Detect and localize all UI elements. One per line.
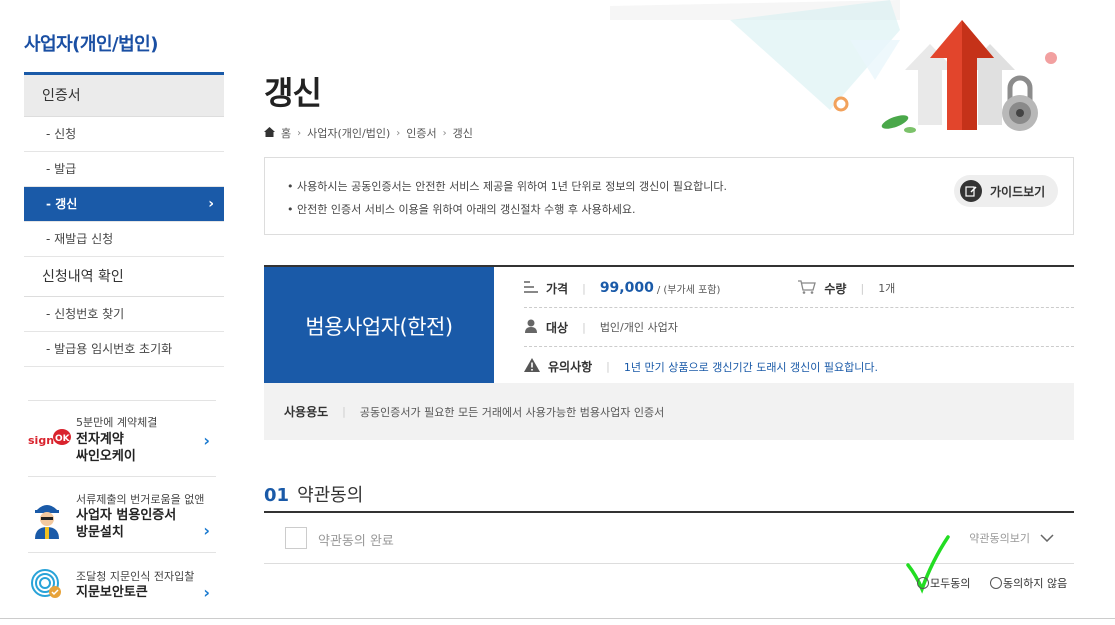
sidebar-category-history[interactable]: 신청내역 확인 [24, 257, 224, 297]
target-label: 대상 [546, 320, 569, 335]
qty-label: 수량 [824, 281, 847, 296]
promo-small-text: 조달청 지문인식 전자입찰 [76, 570, 195, 583]
chevron-right-icon: › [203, 521, 210, 540]
chevron-right-icon: › [203, 583, 210, 602]
chevron-right-icon: › [297, 127, 302, 139]
breadcrumb-cert[interactable]: 인증서 [406, 125, 436, 141]
svg-text:OK: OK [55, 434, 71, 444]
divider [0, 618, 1115, 619]
worker-icon [32, 499, 62, 543]
page-title: 갱신 [264, 74, 322, 112]
sidebar-item-apply[interactable]: - 신청 [24, 117, 224, 152]
sidebar-item-find-number[interactable]: - 신청번호 찾기 [24, 297, 224, 332]
terms-complete-checkbox[interactable] [285, 527, 307, 549]
caution-value: 1년 만기 상품으로 갱신기간 도래시 갱신이 필요합니다. [623, 360, 879, 374]
promo-small-text: 5분만에 계약체결 [76, 416, 158, 429]
promo-title: 전자계약 [76, 432, 124, 447]
warning-icon [524, 358, 540, 375]
sidebar-item-reissue[interactable]: - 재발급 신청 [24, 222, 224, 257]
sign-ok-logo-icon: sign OK [28, 427, 72, 453]
agree-all-radio[interactable]: 모두동의 [917, 575, 970, 591]
sidebar-menu: 인증서 - 신청 - 발급 - 갱신 - 재발급 신청 신청내역 확인 - 신청… [24, 72, 224, 367]
radio-icon [990, 577, 1002, 589]
product-name: 범용사업자(한전) [264, 267, 494, 385]
promo-title: 지문보안토큰 [76, 585, 148, 600]
cart-icon [798, 279, 817, 297]
promo-sign-ok[interactable]: sign OK 5분만에 계약체결 전자계약 싸인오케이 › [28, 400, 216, 476]
promo-title-2: 방문설치 [76, 525, 124, 540]
sidebar-item-issue[interactable]: - 발급 [24, 152, 224, 187]
usage-label: 사용용도 [284, 405, 329, 419]
terms-complete-label: 약관동의 완료 [318, 534, 394, 549]
terms-agreement-row: 약관동의 완료 약관동의보기 [264, 513, 1074, 564]
svg-text:sign: sign [28, 434, 54, 447]
promo-title-2: 싸인오케이 [76, 449, 136, 464]
chevron-right-icon: › [442, 127, 447, 139]
person-icon [524, 319, 538, 336]
terms-section-title: 01 약관동의 [264, 481, 363, 507]
sidebar-item-renew[interactable]: - 갱신 [24, 187, 224, 222]
guide-button[interactable]: 가이드보기 [954, 175, 1058, 207]
chevron-down-icon [1040, 532, 1054, 545]
terms-view-toggle[interactable]: 약관동의보기 [969, 530, 1054, 546]
promo-fingerprint-token[interactable]: 조달청 지문인식 전자입찰 지문보안토큰 › [28, 552, 216, 618]
usage-value: 공동인증서가 필요한 모든 거래에서 사용가능한 범용사업자 인증서 [359, 405, 665, 419]
fingerprint-icon [30, 567, 64, 605]
price-value: 99,000 [599, 280, 654, 296]
home-icon[interactable] [264, 126, 275, 140]
chevron-right-icon: › [203, 431, 210, 450]
renewal-illustration [610, 0, 1057, 133]
breadcrumb: 홈 › 사업자(개인/법인) › 인증서 › 갱신 [264, 125, 473, 141]
usage-row: 사용용도 | 공동인증서가 필요한 모든 거래에서 사용가능한 범용사업자 인증… [264, 383, 1074, 440]
target-row: 대상 | 법인/개인 사업자 [524, 308, 1074, 347]
disagree-label: 동의하지 않음 [1003, 577, 1068, 590]
notice-line-2: • 안전한 인증서 서비스 이용을 위하여 아래의 갱신절차 수행 후 사용하세… [287, 203, 636, 216]
price-row: 가격 | 99,000 / (부가세 포함) 수량 | 1개 [524, 269, 1074, 308]
promo-title: 사업자 범용인증서 [76, 508, 177, 523]
notice-line-1: • 사용하시는 공동인증서는 안전한 서비스 제공을 위하여 1년 단위로 정보… [287, 180, 728, 193]
target-value: 법인/개인 사업자 [599, 321, 678, 334]
edit-icon [960, 180, 982, 202]
price-label: 가격 [546, 281, 569, 296]
notice-box: • 사용하시는 공동인증서는 안전한 서비스 제공을 위하여 1년 단위로 정보… [264, 157, 1074, 235]
terms-section-label: 약관동의 [297, 485, 364, 506]
caution-row: 유의사항 | 1년 만기 상품으로 갱신기간 도래시 갱신이 필요합니다. [524, 347, 1074, 386]
qty-value: 1개 [878, 282, 896, 295]
sidebar-title: 사업자(개인/법인) [24, 34, 158, 55]
radio-icon [917, 577, 929, 589]
breadcrumb-home[interactable]: 홈 [281, 125, 291, 141]
caution-label: 유의사항 [548, 360, 593, 374]
price-list-icon [524, 280, 538, 296]
promo-small-text: 서류제출의 번거로움을 없앤 [76, 493, 205, 506]
terms-view-label: 약관동의보기 [969, 532, 1030, 545]
sidebar-category-cert[interactable]: 인증서 [24, 75, 224, 117]
disagree-radio[interactable]: 동의하지 않음 [990, 575, 1067, 591]
breadcrumb-current: 갱신 [452, 127, 473, 140]
guide-button-label: 가이드보기 [990, 184, 1046, 199]
chevron-right-icon: › [396, 127, 401, 139]
price-note: / (부가세 포함) [656, 284, 721, 296]
promo-visit-install[interactable]: 서류제출의 번거로움을 없앤 사업자 범용인증서 방문설치 › [28, 476, 216, 552]
agree-all-label: 모두동의 [930, 577, 971, 590]
breadcrumb-business[interactable]: 사업자(개인/법인) [307, 125, 390, 141]
sidebar-item-reset-temp-number[interactable]: - 발급용 임시번호 초기화 [24, 332, 224, 367]
product-info: 범용사업자(한전) 가격 | 99,000 / (부가세 포함) 수량 | 1개… [264, 265, 1074, 386]
terms-section-number: 01 [264, 485, 290, 506]
